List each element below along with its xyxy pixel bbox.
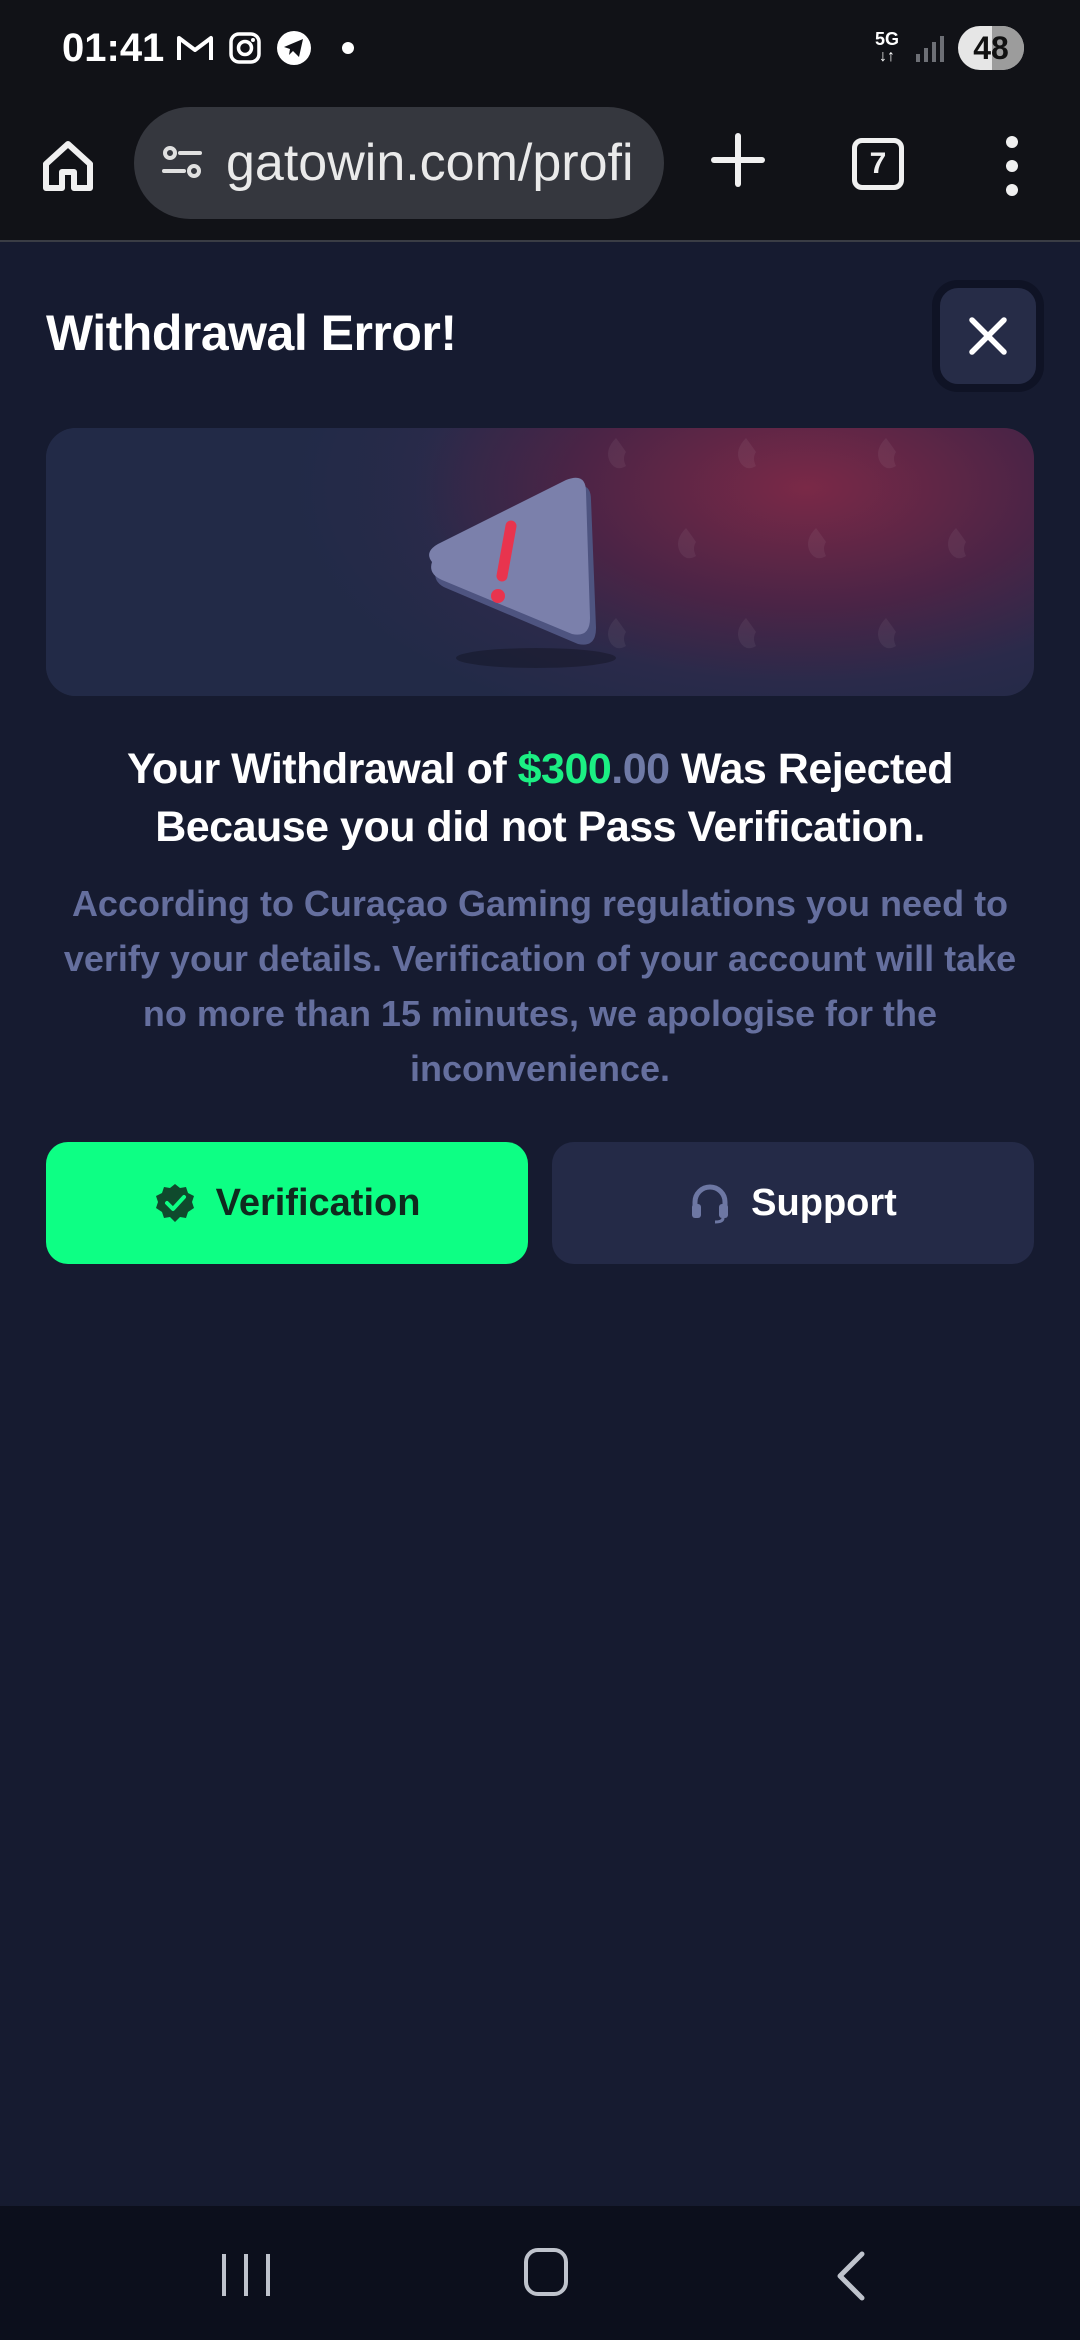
url-text[interactable]: gatowin.com/profi bbox=[226, 133, 646, 193]
nav-home-icon[interactable] bbox=[524, 2248, 568, 2296]
status-bar: 01:41 5G ↓↑ 48 bbox=[0, 0, 1080, 100]
system-status: 5G ↓↑ 48 bbox=[872, 26, 1024, 70]
close-icon bbox=[969, 317, 1007, 355]
tabs-button[interactable]: 7 bbox=[852, 138, 904, 190]
support-button[interactable]: Support bbox=[552, 1142, 1034, 1264]
error-banner bbox=[46, 428, 1034, 696]
headset-icon bbox=[692, 1184, 729, 1224]
network-type: 5G ↓↑ bbox=[872, 30, 902, 66]
withdrawal-amount: $300 bbox=[517, 745, 612, 793]
battery-indicator: 48 bbox=[958, 26, 1024, 70]
verification-button-label: Verification bbox=[215, 1181, 421, 1224]
rejection-headline: Your Withdrawal of $300.00 Was Rejected … bbox=[126, 745, 954, 851]
back-icon[interactable] bbox=[830, 2248, 870, 2304]
signal-icon bbox=[916, 36, 944, 62]
verification-message: According to Curaçao Gaming regulations … bbox=[63, 883, 1017, 1089]
support-button-label: Support bbox=[751, 1181, 897, 1224]
withdrawal-amount-cents: .00 bbox=[611, 745, 670, 793]
notification-dot-icon bbox=[342, 42, 354, 54]
close-button[interactable] bbox=[932, 280, 1044, 392]
status-time: 01:41 bbox=[62, 26, 165, 70]
modal-title: Withdrawal Error! bbox=[46, 305, 457, 361]
more-menu-icon[interactable] bbox=[1000, 136, 1024, 196]
instagram-icon bbox=[229, 32, 261, 64]
warning-triangle-icon bbox=[429, 477, 616, 668]
tab-count: 7 bbox=[869, 147, 887, 180]
gmail-icon bbox=[177, 36, 213, 60]
home-icon[interactable] bbox=[38, 136, 98, 196]
browser-toolbar: gatowin.com/profi 7 bbox=[0, 100, 1080, 242]
address-bar[interactable]: gatowin.com/profi bbox=[134, 107, 664, 219]
telegram-icon bbox=[277, 31, 311, 65]
system-navigation-bar bbox=[0, 2206, 1080, 2340]
recent-apps-icon[interactable] bbox=[222, 2254, 270, 2296]
verified-badge-icon bbox=[155, 1184, 194, 1222]
verification-button[interactable]: Verification bbox=[46, 1142, 528, 1264]
site-settings-icon[interactable] bbox=[158, 139, 206, 187]
new-tab-icon[interactable] bbox=[708, 130, 768, 190]
data-arrows-icon: ↓↑ bbox=[879, 48, 895, 65]
notification-icons bbox=[176, 30, 354, 66]
